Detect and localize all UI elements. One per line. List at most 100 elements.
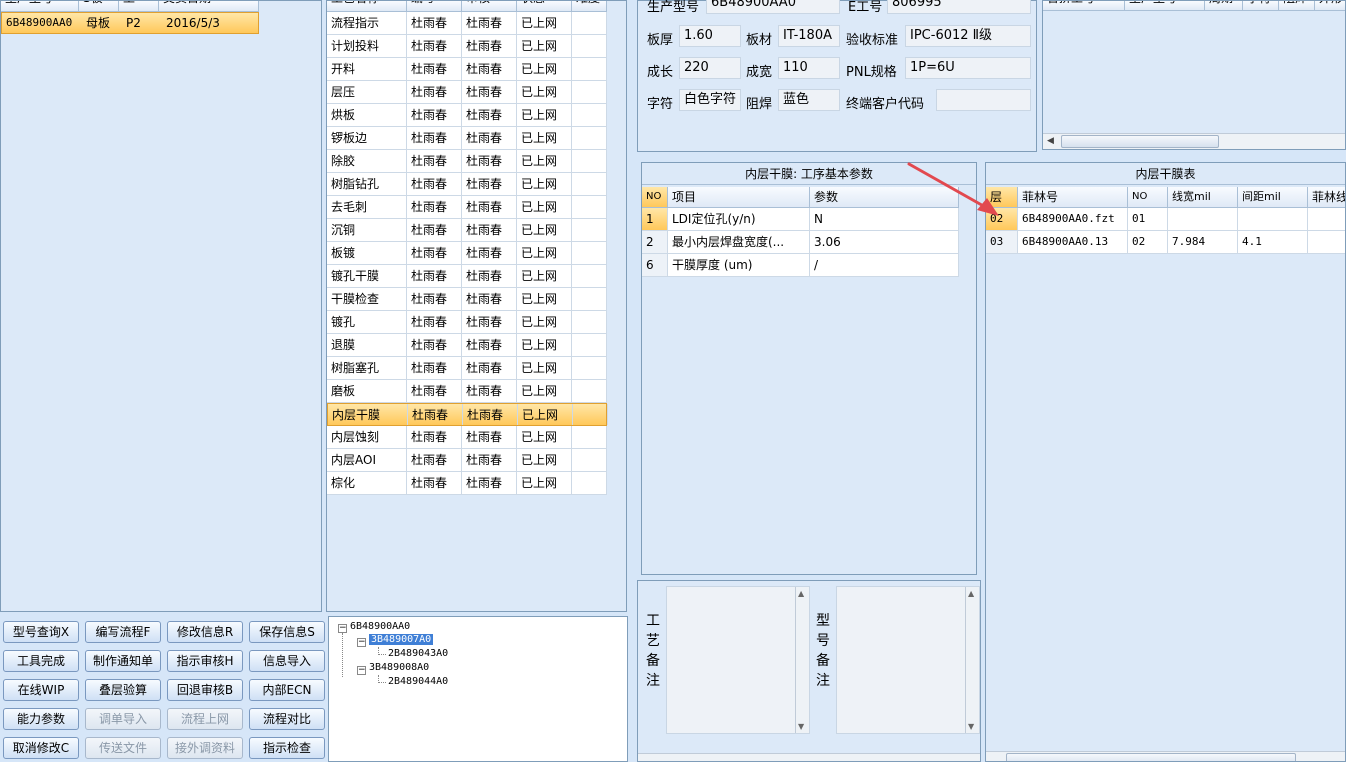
thickness-field[interactable]: 1.60 bbox=[679, 25, 741, 47]
table-row[interactable]: 锣板边 杜雨春 杜雨春 已上网 bbox=[327, 127, 607, 150]
col-work[interactable]: 工 bbox=[119, 1, 159, 12]
arrow-down-icon[interactable]: ▼ bbox=[798, 722, 804, 731]
rollback-review-button[interactable]: 回退审核B bbox=[167, 679, 243, 701]
table-row[interactable]: 除胶 杜雨春 杜雨春 已上网 bbox=[327, 150, 607, 173]
col-outline[interactable]: 外形 bbox=[1315, 1, 1345, 11]
instruction-check-button[interactable]: 指示检查 bbox=[249, 737, 325, 759]
flow-compare-button[interactable]: 流程对比 bbox=[249, 708, 325, 730]
edit-info-button[interactable]: 修改信息R bbox=[167, 621, 243, 643]
table-row[interactable]: 干膜检查 杜雨春 杜雨春 已上网 bbox=[327, 288, 607, 311]
collapse-icon[interactable]: − bbox=[357, 666, 366, 675]
internal-ecn-button[interactable]: 内部ECN bbox=[249, 679, 325, 701]
order-import-button[interactable]: 调单导入 bbox=[85, 708, 161, 730]
online-wip-button[interactable]: 在线WIP bbox=[3, 679, 79, 701]
table-row[interactable]: 去毛刺 杜雨春 杜雨春 已上网 bbox=[327, 196, 607, 219]
col-difficulty[interactable]: 难度 bbox=[572, 1, 607, 12]
col-spacing[interactable]: 间距mil bbox=[1238, 187, 1308, 207]
col-mask[interactable]: 阻焊 bbox=[1279, 1, 1315, 11]
table-row[interactable]: 树脂钻孔 杜雨春 杜雨春 已上网 bbox=[327, 173, 607, 196]
collapse-icon[interactable]: − bbox=[357, 638, 366, 647]
table-row[interactable]: 棕化 杜雨春 杜雨春 已上网 bbox=[327, 472, 607, 495]
table-row[interactable]: 内层蚀刻 杜雨春 杜雨春 已上网 bbox=[327, 426, 607, 449]
table-row[interactable]: 6 干膜厚度 (um) / bbox=[642, 254, 959, 277]
table-row[interactable]: 板镀 杜雨春 杜雨春 已上网 bbox=[327, 242, 607, 265]
col-film-line[interactable]: 菲林线 bbox=[1308, 187, 1345, 207]
col-line-width[interactable]: 线宽mil bbox=[1168, 187, 1238, 207]
col-process-name[interactable]: 工艺名称 bbox=[327, 1, 407, 12]
vertical-scrollbar[interactable]: ▲ ▼ bbox=[795, 587, 809, 733]
col-item[interactable]: 项目 bbox=[668, 187, 810, 207]
width-field[interactable]: 110 bbox=[778, 57, 840, 79]
material-field[interactable]: IT-180A bbox=[778, 25, 840, 47]
col-date[interactable]: 交货日期 bbox=[159, 1, 259, 12]
tree-node-selected[interactable]: 3B489007A0 bbox=[369, 634, 434, 645]
col-silk[interactable]: 字符 bbox=[1243, 1, 1279, 11]
table-row[interactable]: 计划投料 杜雨春 杜雨春 已上网 bbox=[327, 35, 607, 58]
table-row[interactable]: 开料 杜雨春 杜雨春 已上网 bbox=[327, 58, 607, 81]
table-row[interactable]: 烘板 杜雨春 杜雨春 已上网 bbox=[327, 104, 607, 127]
model-field[interactable]: 6B48900AA0 bbox=[706, 0, 840, 14]
edit-flow-button[interactable]: 编写流程F bbox=[85, 621, 161, 643]
col-combine-no[interactable]: 合拼工号 bbox=[1043, 1, 1125, 11]
table-row[interactable]: 6B48900AA0 母板 P2 2016/5/3 bbox=[1, 12, 259, 34]
make-notice-button[interactable]: 制作通知单 bbox=[85, 650, 161, 672]
pnl-field[interactable]: 1P=6U bbox=[905, 57, 1031, 79]
vertical-scrollbar[interactable]: ▲ ▼ bbox=[965, 587, 979, 733]
table-row[interactable]: 03 6B48900AA0.13 02 7.984 4.1 bbox=[986, 231, 1345, 254]
table-row[interactable]: 2 最小内层焊盘宽度(... 3.06 bbox=[642, 231, 959, 254]
table-row[interactable]: 层压 杜雨春 杜雨春 已上网 bbox=[327, 81, 607, 104]
table-row[interactable]: 02 6B48900AA0.fzt 01 bbox=[986, 208, 1345, 231]
col-reviewer[interactable]: 审核 bbox=[462, 1, 517, 12]
flow-upload-button[interactable]: 流程上网 bbox=[167, 708, 243, 730]
table-row[interactable]: 内层干膜 杜雨春 杜雨春 已上网 bbox=[327, 403, 608, 426]
arrow-down-icon[interactable]: ▼ bbox=[968, 722, 974, 731]
arrow-left-icon[interactable]: ◀ bbox=[1047, 136, 1054, 146]
table-row[interactable]: 退膜 杜雨春 杜雨春 已上网 bbox=[327, 334, 607, 357]
standard-field[interactable]: IPC-6012 Ⅱ级 bbox=[905, 25, 1031, 47]
col-no[interactable]: NO bbox=[642, 187, 668, 207]
col-status[interactable]: 状态 bbox=[517, 1, 572, 12]
process-remark-textarea[interactable]: ▲ ▼ bbox=[666, 586, 810, 734]
col-model[interactable]: 生产型号 bbox=[1, 1, 79, 12]
customer-code-field[interactable] bbox=[936, 89, 1031, 111]
collapse-icon[interactable]: − bbox=[338, 624, 347, 633]
table-row[interactable]: 树脂塞孔 杜雨春 杜雨春 已上网 bbox=[327, 357, 607, 380]
model-query-button[interactable]: 型号查询X bbox=[3, 621, 79, 643]
table-row[interactable]: 磨板 杜雨春 杜雨春 已上网 bbox=[327, 380, 607, 403]
stack-verify-button[interactable]: 叠层验算 bbox=[85, 679, 161, 701]
e-number-field[interactable]: 806995 bbox=[887, 0, 1031, 14]
import-info-button[interactable]: 信息导入 bbox=[249, 650, 325, 672]
save-info-button[interactable]: 保存信息S bbox=[249, 621, 325, 643]
capability-param-button[interactable]: 能力参数 bbox=[3, 708, 79, 730]
table-row[interactable]: 流程指示 杜雨春 杜雨春 已上网 bbox=[327, 12, 607, 35]
soldermask-field[interactable]: 蓝色 bbox=[778, 89, 840, 111]
col-writer[interactable]: 编写 bbox=[407, 1, 462, 12]
send-file-button[interactable]: 传送文件 bbox=[85, 737, 161, 759]
silkscreen-field[interactable]: 白色字符 bbox=[679, 89, 741, 111]
tree-node[interactable]: 3B489008A0 bbox=[369, 662, 429, 673]
tree-node-root[interactable]: 6B48900AA0 bbox=[350, 621, 410, 632]
horizontal-scrollbar[interactable] bbox=[638, 753, 980, 761]
col-cycle[interactable]: 周期 bbox=[1205, 1, 1243, 11]
horizontal-scrollbar[interactable] bbox=[986, 751, 1345, 761]
scroll-thumb[interactable] bbox=[1006, 753, 1296, 761]
receive-external-button[interactable]: 接外调资料 bbox=[167, 737, 243, 759]
arrow-up-icon[interactable]: ▲ bbox=[968, 589, 974, 598]
col-model[interactable]: 生产型号 bbox=[1125, 1, 1205, 11]
length-field[interactable]: 220 bbox=[679, 57, 741, 79]
horizontal-scrollbar[interactable]: ◀ bbox=[1043, 133, 1345, 149]
col-no[interactable]: NO bbox=[1128, 187, 1168, 207]
tree-node[interactable]: 2B489043A0 bbox=[388, 648, 448, 659]
tool-complete-button[interactable]: 工具完成 bbox=[3, 650, 79, 672]
col-film-no[interactable]: 菲林号 bbox=[1018, 187, 1128, 207]
tree-node[interactable]: 2B489044A0 bbox=[388, 676, 448, 687]
scroll-thumb[interactable] bbox=[1061, 135, 1219, 148]
arrow-up-icon[interactable]: ▲ bbox=[798, 589, 804, 598]
model-remark-textarea[interactable]: ▲ ▼ bbox=[836, 586, 980, 734]
table-row[interactable]: 镀孔 杜雨春 杜雨春 已上网 bbox=[327, 311, 607, 334]
table-row[interactable]: 内层AOI 杜雨春 杜雨春 已上网 bbox=[327, 449, 607, 472]
col-board[interactable]: S板 bbox=[79, 1, 119, 12]
cancel-edit-button[interactable]: 取消修改C bbox=[3, 737, 79, 759]
table-row[interactable]: 镀孔干膜 杜雨春 杜雨春 已上网 bbox=[327, 265, 607, 288]
review-instruction-button[interactable]: 指示审核H bbox=[167, 650, 243, 672]
